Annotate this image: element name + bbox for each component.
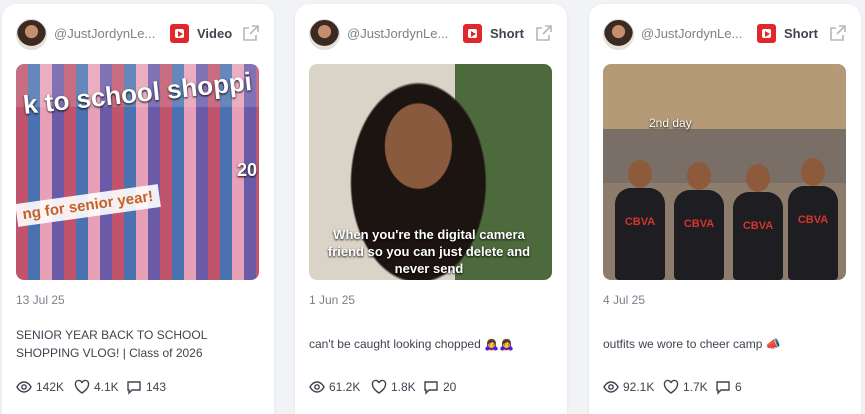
thumbnail-caption-text: When you're the digital camera friend so…: [327, 227, 531, 276]
post-caption: outfits we wore to cheer camp 📣: [603, 337, 781, 351]
likes-count: 1.8K: [391, 380, 416, 394]
youtube-icon: [170, 24, 189, 43]
card-header: @JustJordynLe... Video: [16, 18, 260, 50]
card-header: @JustJordynLe... Short: [603, 18, 847, 50]
external-link-icon[interactable]: [829, 24, 847, 42]
eye-icon: [16, 381, 32, 393]
heart-icon: [663, 379, 679, 394]
post-date: 1 Jun 25: [309, 293, 356, 307]
views-count: 92.1K: [623, 380, 655, 394]
post-card[interactable]: @JustJordynLe... Video k to school shopp…: [2, 4, 274, 414]
eye-icon: [309, 381, 325, 393]
heart-icon: [74, 379, 90, 394]
post-caption: SENIOR YEAR BACK TO SCHOOL SHOPPING VLOG…: [16, 328, 207, 360]
avatar[interactable]: [16, 19, 47, 50]
post-type-label: Short: [784, 26, 818, 41]
comment-icon: [424, 381, 438, 395]
channel-handle[interactable]: @JustJordynLe...: [54, 26, 172, 41]
thumbnail-people: CBVA CBVA CBVA CBVA: [609, 140, 841, 280]
views-stat: 61.2K: [309, 379, 360, 395]
heart-icon: [371, 379, 387, 394]
person-shirt: CBVA: [674, 190, 724, 280]
comments-stat: 6: [715, 379, 742, 395]
views-stat: 92.1K: [603, 379, 654, 395]
post-type-label: Video: [197, 26, 233, 41]
external-link-icon[interactable]: [242, 24, 260, 42]
comments-count: 143: [146, 380, 167, 394]
post-date: 4 Jul 25: [603, 293, 646, 307]
avatar[interactable]: [309, 19, 340, 50]
person-shirt: CBVA: [733, 192, 783, 280]
external-link-icon[interactable]: [535, 24, 553, 42]
person-head: [746, 164, 770, 192]
person-head: [628, 160, 652, 188]
avatar[interactable]: [603, 19, 634, 50]
likes-stat: 1.7K: [663, 379, 708, 395]
post-card[interactable]: @JustJordynLe... Short 2nd day CBVA CBVA…: [589, 4, 861, 414]
comments-stat: 20: [423, 379, 456, 395]
video-thumbnail[interactable]: 2nd day CBVA CBVA CBVA CBVA: [603, 64, 846, 280]
comments-count: 6: [735, 380, 742, 394]
channel-handle[interactable]: @JustJordynLe...: [347, 26, 465, 41]
post-card[interactable]: @JustJordynLe... Short When you're the d…: [295, 4, 567, 414]
video-thumbnail[interactable]: k to school shoppi ng for senior year! 2…: [16, 64, 259, 280]
thumbnail-caption-text: 2nd day: [649, 116, 692, 130]
person-shirt: CBVA: [615, 188, 665, 280]
thumbnail-year-text: 20: [236, 160, 257, 180]
thumbnail-title-text: k to school shoppi: [21, 66, 254, 120]
person-head: [687, 162, 711, 190]
views-count: 142K: [36, 380, 65, 394]
likes-stat: 1.8K: [371, 379, 416, 395]
engagement-stats: 92.1K 1.7K 6: [603, 379, 847, 395]
channel-handle[interactable]: @JustJordynLe...: [641, 26, 759, 41]
post-type-label: Short: [490, 26, 524, 41]
comments-count: 20: [443, 380, 457, 394]
likes-count: 4.1K: [94, 380, 119, 394]
comment-icon: [127, 381, 141, 395]
youtube-icon: [757, 24, 776, 43]
post-date: 13 Jul 25: [16, 293, 65, 307]
comment-icon: [716, 381, 730, 395]
comments-stat: 143: [126, 379, 166, 395]
likes-count: 1.7K: [683, 380, 708, 394]
youtube-icon: [463, 24, 482, 43]
card-header: @JustJordynLe... Short: [309, 18, 553, 50]
views-count: 61.2K: [329, 380, 361, 394]
views-stat: 142K: [16, 379, 64, 395]
thumbnail-banner-text: ng for senior year!: [16, 184, 161, 227]
video-thumbnail[interactable]: When you're the digital camera friend so…: [309, 64, 552, 280]
engagement-stats: 142K 4.1K 143: [16, 379, 260, 395]
person-shirt: CBVA: [788, 186, 838, 280]
eye-icon: [603, 381, 619, 393]
post-caption: can't be caught looking chopped 🙇‍♀️🙇‍♀️: [309, 337, 514, 351]
person-head: [801, 158, 825, 186]
likes-stat: 4.1K: [74, 379, 119, 395]
engagement-stats: 61.2K 1.8K 20: [309, 379, 553, 395]
